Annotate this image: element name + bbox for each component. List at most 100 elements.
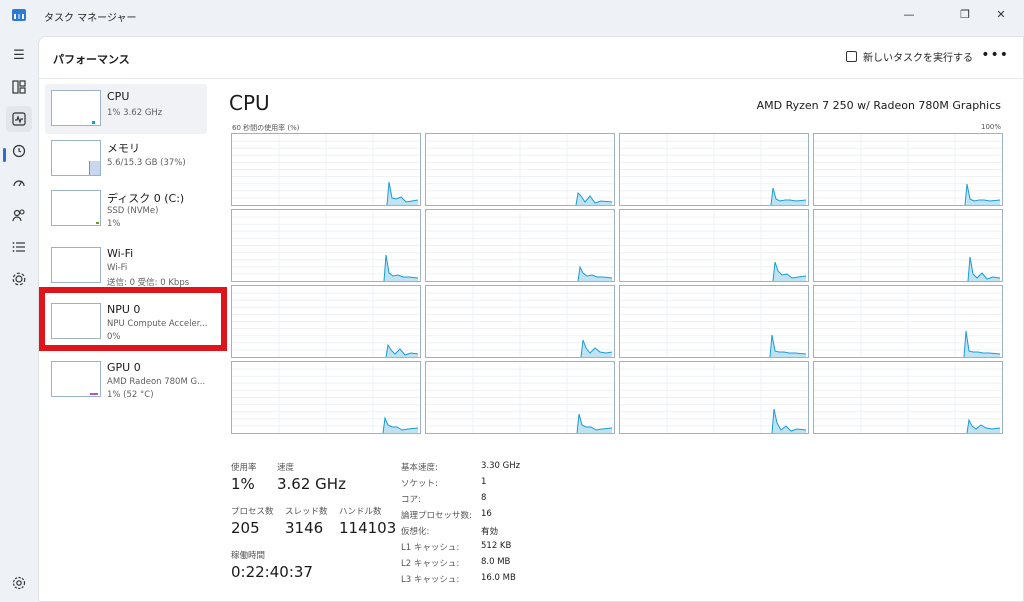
wifi-thumbnail bbox=[51, 247, 101, 283]
core-graph bbox=[813, 285, 1003, 358]
info-value: 16.0 MB bbox=[481, 573, 516, 583]
info-value: 8.0 MB bbox=[481, 557, 511, 567]
info-label: コア: bbox=[401, 495, 421, 505]
device-detail: SSD (NVMe) bbox=[107, 206, 159, 216]
more-options-button[interactable]: ••• bbox=[981, 47, 1009, 63]
info-value: 8 bbox=[481, 493, 487, 503]
usage-label: 使用率 bbox=[231, 463, 257, 473]
run-new-task-button[interactable]: 新しいタスクを実行する bbox=[846, 49, 973, 64]
core-graph bbox=[425, 361, 615, 434]
core-graph bbox=[425, 209, 615, 282]
device-item-wifi[interactable]: Wi-Fi Wi-Fi 送信: 0 受信: 0 Kbps bbox=[45, 241, 207, 291]
disk-thumbnail bbox=[51, 190, 101, 226]
core-graph bbox=[425, 285, 615, 358]
active-indicator bbox=[3, 148, 6, 162]
page-header: パフォーマンス 新しいタスクを実行する ••• bbox=[39, 37, 1023, 79]
task-manager-icon bbox=[12, 9, 26, 21]
core-graph bbox=[813, 361, 1003, 434]
cpu-title: CPU bbox=[229, 91, 270, 115]
run-new-task-label: 新しいタスクを実行する bbox=[863, 53, 973, 64]
usage-area bbox=[965, 184, 1000, 205]
window-title: タスク マネージャー bbox=[44, 13, 137, 24]
core-graph bbox=[231, 285, 421, 358]
info-label: 論理プロセッサ数: bbox=[401, 511, 472, 521]
device-detail: 1% 3.62 GHz bbox=[107, 108, 163, 118]
speed-value: 3.62 GHz bbox=[277, 475, 346, 493]
main-panel: パフォーマンス 新しいタスクを実行する ••• CPU 1% 3.62 GHz … bbox=[38, 36, 1024, 602]
device-name: Wi-Fi bbox=[107, 247, 134, 260]
core-graph bbox=[813, 133, 1003, 206]
title-bar: タスク マネージャー — ❐ ✕ bbox=[0, 0, 1024, 32]
info-label: L3 キャッシュ: bbox=[401, 575, 460, 585]
disk-activity bbox=[96, 222, 99, 224]
device-item-gpu[interactable]: GPU 0 AMD Radeon 780M G... 1% (52 °C) bbox=[45, 355, 207, 405]
graph-axis-label: 60 秒間の使用率 (%) bbox=[232, 124, 300, 132]
performance-icon[interactable] bbox=[6, 106, 32, 132]
core-graph bbox=[619, 285, 809, 358]
menu-icon[interactable]: ☰ bbox=[10, 46, 28, 64]
device-name: GPU 0 bbox=[107, 361, 141, 374]
history-icon[interactable] bbox=[10, 142, 28, 160]
users-icon[interactable] bbox=[10, 206, 28, 224]
gpu-thumbnail bbox=[51, 361, 101, 397]
uptime-label: 稼働時間 bbox=[231, 551, 266, 561]
info-label: 仮想化: bbox=[401, 527, 430, 537]
graph-max-label: 100% bbox=[980, 123, 1001, 131]
device-detail: 5.6/15.3 GB (37%) bbox=[107, 158, 186, 168]
core-graph bbox=[619, 209, 809, 282]
startup-icon[interactable] bbox=[10, 174, 28, 192]
device-name: メモリ bbox=[107, 142, 140, 155]
uptime-value: 0:22:40:37 bbox=[231, 563, 313, 581]
cpu-model: AMD Ryzen 7 250 w/ Radeon 780M Graphics bbox=[756, 99, 1001, 112]
memory-fill bbox=[89, 161, 100, 175]
services-icon[interactable] bbox=[10, 270, 28, 288]
core-graph bbox=[231, 133, 421, 206]
info-label: L2 キャッシュ: bbox=[401, 559, 460, 569]
device-name: CPU bbox=[107, 90, 130, 103]
info-value: 3.30 GHz bbox=[481, 461, 521, 471]
threads-value: 3146 bbox=[285, 519, 324, 537]
device-item-cpu[interactable]: CPU 1% 3.62 GHz bbox=[45, 84, 207, 134]
info-label: L1 キャッシュ: bbox=[401, 543, 460, 553]
core-graph bbox=[231, 209, 421, 282]
info-value: 1 bbox=[481, 477, 487, 487]
device-usage: 1% bbox=[107, 219, 121, 229]
device-item-memory[interactable]: メモリ 5.6/15.3 GB (37%) bbox=[45, 134, 207, 184]
minimize-button[interactable]: — bbox=[886, 0, 932, 28]
core-graph bbox=[619, 133, 809, 206]
cpu-thumbnail bbox=[51, 90, 101, 126]
new-task-icon bbox=[846, 51, 857, 62]
settings-icon[interactable] bbox=[10, 574, 28, 592]
memory-thumbnail bbox=[51, 140, 101, 176]
npu-highlight-box bbox=[39, 287, 227, 351]
device-usage: 1% (52 °C) bbox=[107, 390, 154, 400]
info-value: 512 KB bbox=[481, 541, 512, 551]
info-value: 有効 bbox=[481, 527, 499, 537]
processes-value: 205 bbox=[231, 519, 260, 537]
usage-area bbox=[576, 193, 612, 205]
core-graph bbox=[231, 361, 421, 434]
usage-value: 1% bbox=[231, 475, 255, 493]
cpu-core-graphs bbox=[231, 133, 1003, 437]
device-detail: Wi-Fi bbox=[107, 263, 128, 273]
nav-rail: ☰ bbox=[0, 36, 38, 602]
device-detail: AMD Radeon 780M G... bbox=[107, 377, 206, 387]
gpu-activity bbox=[90, 393, 98, 395]
handles-label: ハンドル数 bbox=[339, 507, 382, 517]
details-icon[interactable] bbox=[10, 238, 28, 256]
speed-label: 速度 bbox=[277, 463, 295, 473]
device-item-disk[interactable]: ディスク 0 (C:) SSD (NVMe) 1% bbox=[45, 184, 207, 234]
close-button[interactable]: ✕ bbox=[978, 0, 1024, 28]
core-graph bbox=[425, 133, 615, 206]
threads-label: スレッド数 bbox=[285, 507, 328, 517]
core-graph bbox=[619, 361, 809, 434]
handles-value: 114103 bbox=[339, 519, 397, 537]
core-graph bbox=[813, 209, 1003, 282]
info-label: 基本速度: bbox=[401, 463, 438, 473]
page-title: パフォーマンス bbox=[53, 53, 130, 66]
usage-area bbox=[577, 414, 612, 433]
processes-icon[interactable] bbox=[10, 78, 28, 96]
info-label: ソケット: bbox=[401, 479, 438, 489]
info-value: 16 bbox=[481, 509, 492, 519]
device-name: ディスク 0 (C:) bbox=[107, 192, 185, 205]
